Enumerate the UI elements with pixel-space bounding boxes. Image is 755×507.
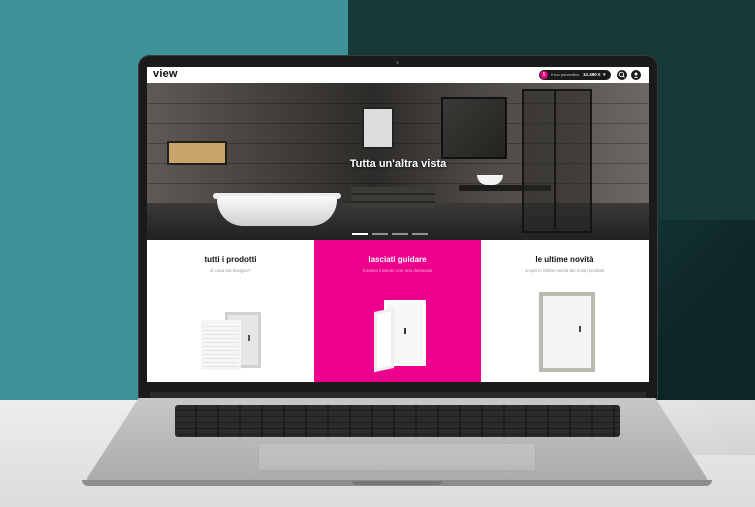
window-frame <box>539 292 595 372</box>
category-cards: tutti i prodotti di cosa hai bisogno? la… <box>147 240 649 382</box>
laptop-screen: view 5 Il tuo preventivo 12.490 € ▾ Tutt… <box>147 67 649 382</box>
hero-banner[interactable]: Tutta un'altra vista <box>147 83 649 240</box>
hero-stairs <box>351 187 435 209</box>
shutter-window <box>201 320 241 370</box>
laptop-opening-notch <box>352 481 442 485</box>
budget-count-badge: 5 <box>540 71 548 79</box>
card-title: tutti i prodotti <box>204 255 257 264</box>
laptop-trackpad <box>258 443 536 471</box>
card-title: lasciati guidare <box>368 255 427 264</box>
site-header: view 5 Il tuo preventivo 12.490 € ▾ <box>147 67 649 83</box>
hero-bathtub <box>217 196 337 226</box>
card-subtitle: scopri le ultime novità dei nostri prodo… <box>524 268 605 273</box>
hero-small-window <box>362 107 394 149</box>
window-handle <box>579 326 581 332</box>
laptop-keyboard <box>175 405 620 437</box>
carousel-dot[interactable] <box>392 233 408 235</box>
window-handle <box>248 335 250 341</box>
user-icon[interactable] <box>631 70 641 80</box>
carousel-dot[interactable] <box>352 233 368 235</box>
budget-label: Il tuo preventivo <box>551 72 580 77</box>
site-logo[interactable]: view <box>153 68 178 80</box>
carousel-dot[interactable] <box>372 233 388 235</box>
hero-title: Tutta un'altra vista <box>349 158 447 170</box>
card-news[interactable]: le ultime novità scopri le ultime novità… <box>481 240 648 382</box>
budget-button[interactable]: 5 Il tuo preventivo 12.490 € ▾ <box>539 70 611 80</box>
search-icon[interactable] <box>617 70 627 80</box>
card-subtitle: trovano insieme con una domanda <box>362 268 433 273</box>
camera-icon <box>396 61 399 64</box>
laptop-lid: view 5 Il tuo preventivo 12.490 € ▾ Tutt… <box>138 55 658 400</box>
card-guided[interactable]: lasciati guidare trovano insieme con una… <box>314 240 481 382</box>
card-subtitle: di cosa hai bisogno? <box>209 268 252 273</box>
window-sash-open <box>374 307 394 373</box>
carousel-indicators <box>352 233 452 236</box>
hero-mirror <box>441 97 507 159</box>
chevron-down-icon: ▾ <box>603 72 606 78</box>
window-handle <box>404 328 406 334</box>
card-all-products[interactable]: tutti i prodotti di cosa hai bisogno? <box>147 240 314 382</box>
budget-amount: 12.490 € <box>583 72 601 77</box>
card-title: le ultime novità <box>535 255 594 264</box>
carousel-dot[interactable] <box>412 233 428 235</box>
